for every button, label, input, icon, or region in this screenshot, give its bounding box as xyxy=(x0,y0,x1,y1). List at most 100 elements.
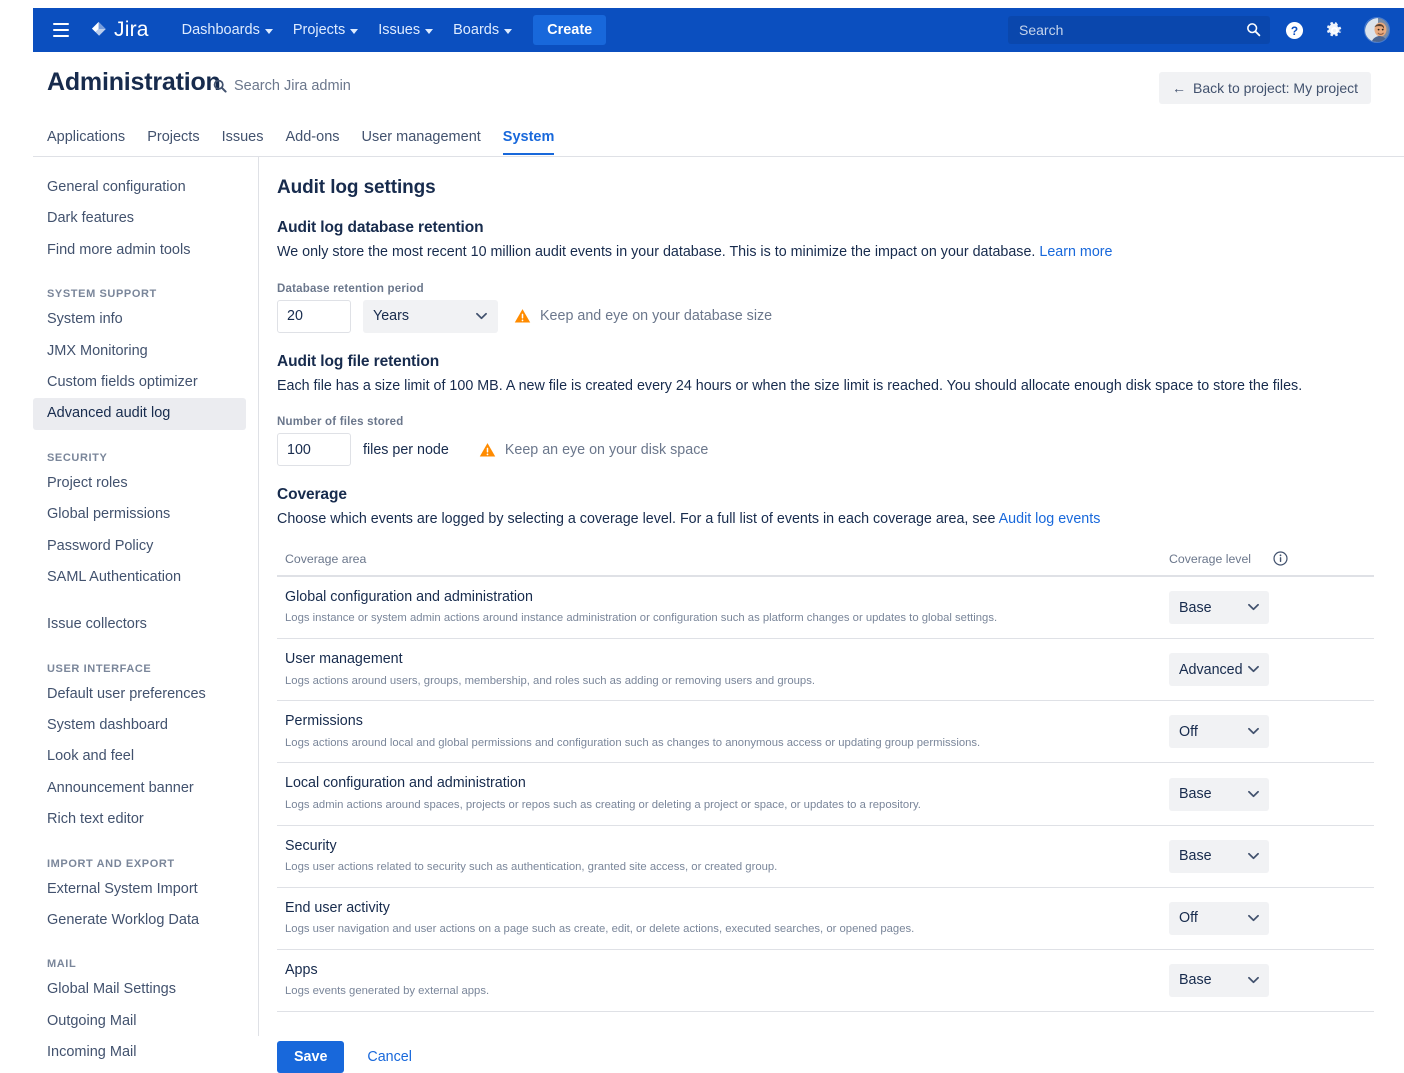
coverage-area-cell: User management Logs actions around user… xyxy=(285,650,1169,689)
coverage-level-value: Off xyxy=(1179,910,1198,926)
chevron-down-icon xyxy=(1248,727,1259,735)
sidebar-item-external-system-import[interactable]: External System Import xyxy=(33,874,246,905)
tab-issues[interactable]: Issues xyxy=(222,129,264,155)
cancel-button[interactable]: Cancel xyxy=(354,1041,425,1073)
coverage-level-cell: Base xyxy=(1169,778,1374,811)
admin-search[interactable]: Search Jira admin xyxy=(213,78,351,94)
coverage-area-name: User management xyxy=(285,650,1149,669)
coverage-level-cell: Advanced xyxy=(1169,653,1374,686)
avatar[interactable] xyxy=(1364,17,1390,43)
sidebar-group-system-support: SYSTEM SUPPORT xyxy=(33,288,258,304)
coverage-level-value: Advanced xyxy=(1179,662,1243,678)
file-retention-input[interactable] xyxy=(277,433,351,466)
search-input[interactable] xyxy=(1008,16,1270,44)
sidebar-item-find-more-admin-tools[interactable]: Find more admin tools xyxy=(33,235,246,266)
coverage-level-cell: Base xyxy=(1169,840,1374,873)
db-retention-unit-select[interactable]: Years xyxy=(363,300,498,333)
sidebar-item-general-configuration[interactable]: General configuration xyxy=(33,172,246,203)
coverage-area-description: Logs user navigation and user actions on… xyxy=(285,922,1149,938)
db-retention-input[interactable] xyxy=(277,300,351,333)
search-icon[interactable] xyxy=(1246,22,1261,37)
coverage-level-select-permissions[interactable]: Off xyxy=(1169,715,1269,748)
coverage-level-cell: Off xyxy=(1169,715,1374,748)
info-icon[interactable] xyxy=(1273,551,1288,566)
tab-projects[interactable]: Projects xyxy=(147,129,199,155)
coverage-level-value: Base xyxy=(1179,786,1212,802)
primary-nav-items: Dashboards Projects Issues Boards Create xyxy=(173,15,607,45)
sidebar-item-saml-authentication[interactable]: SAML Authentication xyxy=(33,562,246,593)
db-retention-description-text: We only store the most recent 10 million… xyxy=(277,244,1035,260)
db-retention-field-label: Database retention period xyxy=(277,283,1387,295)
sidebar-item-default-user-preferences[interactable]: Default user preferences xyxy=(33,679,246,710)
sidebar-item-advanced-audit-log[interactable]: Advanced audit log xyxy=(33,398,246,429)
table-row: Global configuration and administration … xyxy=(277,577,1374,639)
chevron-down-icon xyxy=(1248,914,1259,922)
sidebar-item-incoming-mail[interactable]: Incoming Mail xyxy=(33,1037,246,1068)
jira-logo[interactable]: Jira xyxy=(89,18,149,42)
column-header-coverage-level: Coverage level xyxy=(1169,551,1374,566)
sidebar-item-issue-collectors[interactable]: Issue collectors xyxy=(33,609,246,640)
coverage-area-cell: Apps Logs events generated by external a… xyxy=(285,961,1169,1000)
table-row: User management Logs actions around user… xyxy=(277,639,1374,701)
coverage-table-header: Coverage area Coverage level xyxy=(277,551,1374,577)
tab-user-management[interactable]: User management xyxy=(362,129,481,155)
coverage-level-value: Base xyxy=(1179,972,1212,988)
sidebar-item-custom-fields-optimizer[interactable]: Custom fields optimizer xyxy=(33,367,246,398)
coverage-level-select-user-management[interactable]: Advanced xyxy=(1169,653,1269,686)
sidebar-item-outgoing-mail[interactable]: Outgoing Mail xyxy=(33,1006,246,1037)
sidebar-item-system-info[interactable]: System info xyxy=(33,304,246,335)
coverage-area-cell: Global configuration and administration … xyxy=(285,588,1169,627)
sidebar-item-project-roles[interactable]: Project roles xyxy=(33,468,246,499)
tab-system[interactable]: System xyxy=(503,129,555,155)
coverage-area-name: End user activity xyxy=(285,899,1149,918)
sidebar-item-rich-text-editor[interactable]: Rich text editor xyxy=(33,804,246,835)
coverage-level-select-end-user-activity[interactable]: Off xyxy=(1169,902,1269,935)
top-navigation-bar: Jira Dashboards Projects Issues Boards C… xyxy=(33,8,1404,52)
file-retention-title: Audit log file retention xyxy=(277,353,1387,371)
chevron-down-icon xyxy=(1248,790,1259,798)
sidebar-item-dark-features[interactable]: Dark features xyxy=(33,203,246,234)
db-retention-description: We only store the most recent 10 million… xyxy=(277,242,1387,263)
sidebar-item-password-policy[interactable]: Password Policy xyxy=(33,531,246,562)
main-content: Audit log settings Audit log database re… xyxy=(277,157,1387,1036)
coverage-area-description: Logs actions around users, groups, membe… xyxy=(285,674,1149,690)
sidebar-item-announcement-banner[interactable]: Announcement banner xyxy=(33,773,246,804)
learn-more-link[interactable]: Learn more xyxy=(1039,244,1112,260)
sidebar-item-jmx-monitoring[interactable]: JMX Monitoring xyxy=(33,336,246,367)
global-search[interactable] xyxy=(1008,16,1270,44)
coverage-area-description: Logs instance or system admin actions ar… xyxy=(285,611,1149,627)
sidebar-item-global-mail-settings[interactable]: Global Mail Settings xyxy=(33,974,246,1005)
back-to-project-button[interactable]: ← Back to project: My project xyxy=(1159,72,1371,104)
file-retention-field-row: files per node Keep an eye on your disk … xyxy=(277,433,1387,466)
chevron-down-icon xyxy=(350,29,358,34)
nav-item-boards[interactable]: Boards xyxy=(444,15,521,45)
coverage-level-select-security[interactable]: Base xyxy=(1169,840,1269,873)
tab-add-ons[interactable]: Add-ons xyxy=(286,129,340,155)
sidebar-item-global-permissions[interactable]: Global permissions xyxy=(33,499,246,530)
hamburger-icon[interactable] xyxy=(53,23,69,37)
arrow-left-icon: ← xyxy=(1172,80,1186,96)
sidebar-item-generate-worklog-data[interactable]: Generate Worklog Data xyxy=(33,905,246,936)
chevron-down-icon xyxy=(1248,976,1259,984)
coverage-level-select-apps[interactable]: Base xyxy=(1169,964,1269,997)
sidebar-item-system-dashboard[interactable]: System dashboard xyxy=(33,710,246,741)
coverage-level-select-global-configuration[interactable]: Base xyxy=(1169,591,1269,624)
nav-item-label: Projects xyxy=(293,22,345,38)
nav-item-issues[interactable]: Issues xyxy=(369,15,442,45)
sidebar-item-look-and-feel[interactable]: Look and feel xyxy=(33,741,246,772)
coverage-level-select-local-configuration[interactable]: Base xyxy=(1169,778,1269,811)
audit-log-events-link[interactable]: Audit log events xyxy=(999,511,1101,527)
tab-applications[interactable]: Applications xyxy=(47,129,125,155)
admin-header: Administration Search Jira admin ← Back … xyxy=(0,60,1404,122)
coverage-table: Coverage area Coverage level Global conf… xyxy=(277,551,1374,1012)
settings-icon[interactable] xyxy=(1318,14,1350,46)
coverage-area-description: Logs user actions related to security su… xyxy=(285,860,1149,876)
save-button[interactable]: Save xyxy=(277,1041,344,1073)
nav-item-projects[interactable]: Projects xyxy=(284,15,367,45)
table-row: End user activity Logs user navigation a… xyxy=(277,888,1374,950)
create-button[interactable]: Create xyxy=(533,15,606,45)
nav-item-dashboards[interactable]: Dashboards xyxy=(173,15,282,45)
help-icon[interactable]: ? xyxy=(1278,14,1310,46)
db-retention-unit-label: Years xyxy=(373,308,409,324)
table-row: Local configuration and administration L… xyxy=(277,763,1374,825)
